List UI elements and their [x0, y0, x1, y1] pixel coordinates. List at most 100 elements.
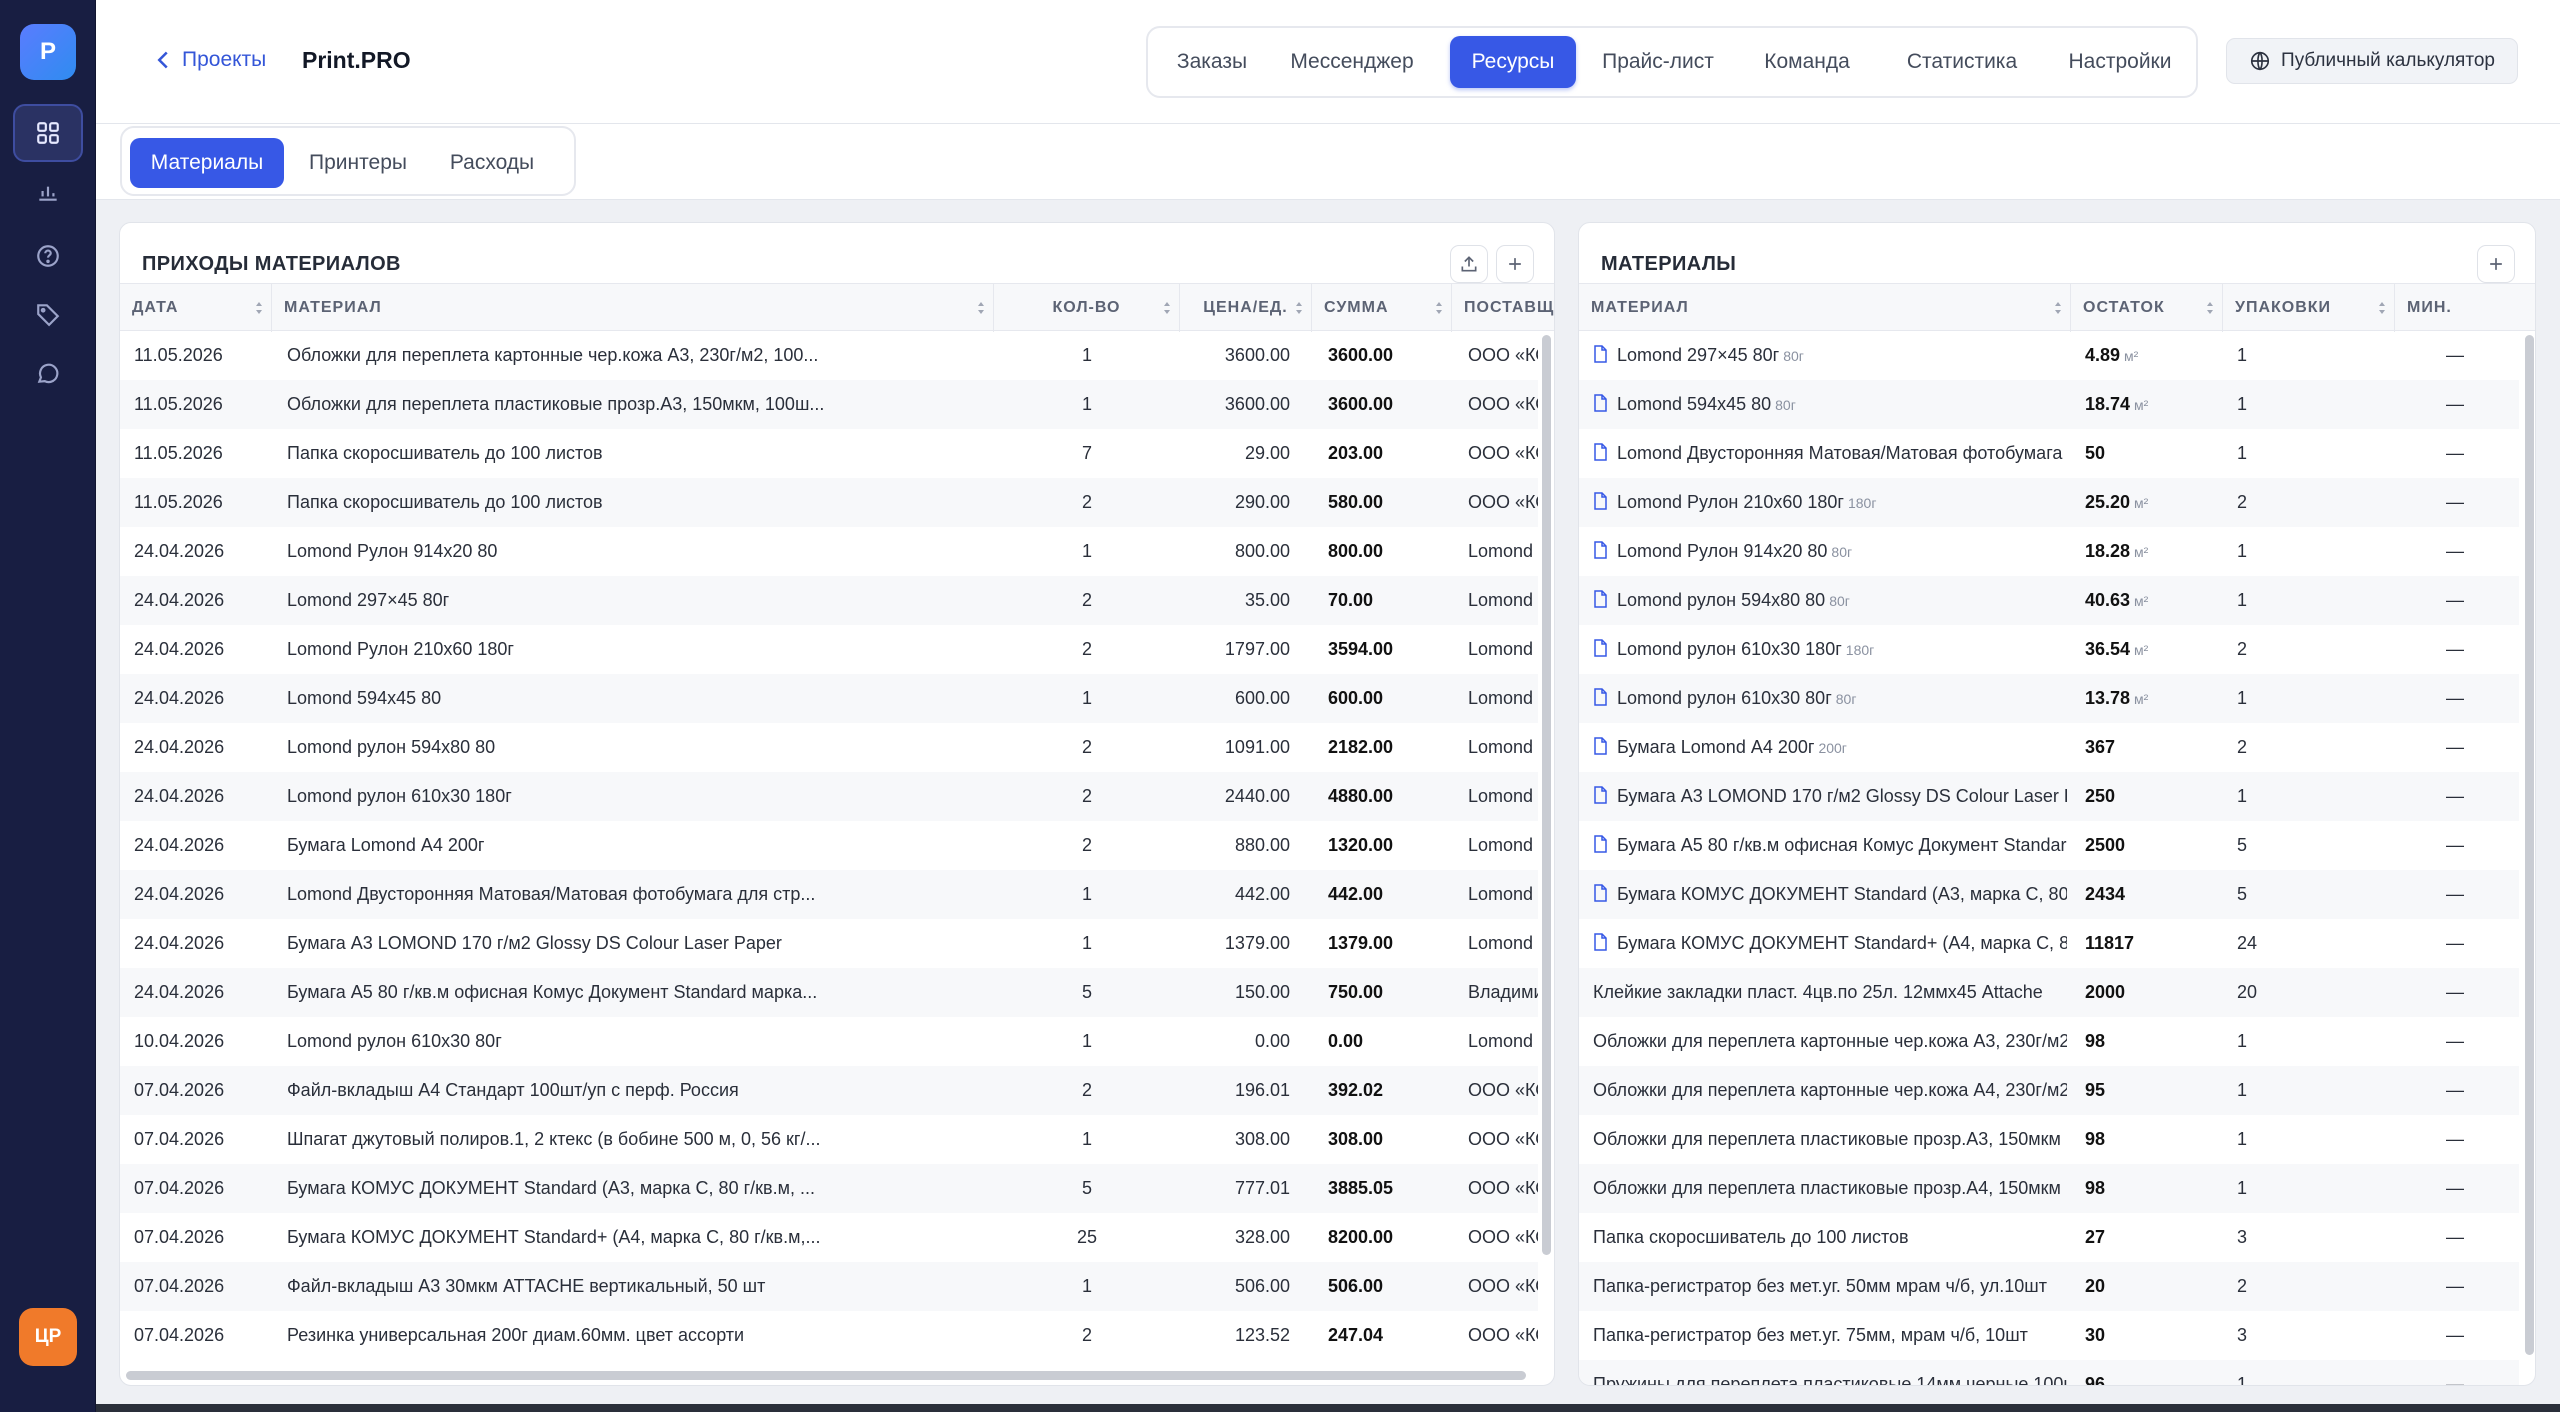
- stock-value: 30: [2085, 1325, 2106, 1345]
- stock-cell: 2500: [2085, 821, 2219, 870]
- tab-statistics[interactable]: Статистика: [1884, 36, 2040, 88]
- globe-icon: [2250, 51, 2270, 71]
- sidebar-help-button[interactable]: [13, 227, 83, 285]
- table-row[interactable]: 24.04.2026 Lomond Двусторонняя Матовая/Ма…: [120, 870, 1538, 919]
- tab-pricelist[interactable]: Прайс-лист: [1588, 36, 1728, 88]
- col-header-min[interactable]: МИН.: [2395, 284, 2515, 332]
- qty-cell: 2: [1081, 835, 1092, 855]
- col-header-material-name[interactable]: МАТЕРИАЛ: [1579, 284, 2071, 332]
- list-item[interactable]: Папка-регистратор без мет.уг. 75мм, мрам…: [1579, 1311, 2519, 1360]
- list-item[interactable]: Lomond Двусторонняя Матовая/Матовая фото…: [1579, 429, 2519, 478]
- tab-orders[interactable]: Заказы: [1160, 36, 1264, 88]
- col-header-sum[interactable]: СУММА: [1312, 284, 1452, 332]
- tab-settings[interactable]: Настройки: [2050, 36, 2190, 88]
- material-name: Lomond Рулон 914x20 80: [1617, 541, 1828, 561]
- list-item[interactable]: Обложки для переплета пластиковые прозр.…: [1579, 1164, 2519, 1213]
- subtab-expenses[interactable]: Расходы: [430, 138, 554, 188]
- add-material-button[interactable]: [2477, 245, 2515, 283]
- supplier-cell: Lomond: [1468, 1031, 1534, 1051]
- list-item[interactable]: Бумага А3 LOMOND 170 г/м2 Glossy DS Colo…: [1579, 772, 2519, 821]
- table-row[interactable]: 07.04.2026 Резинка универсальная 200г диа…: [120, 1311, 1538, 1360]
- table-row[interactable]: 24.04.2026 Бумага А3 LOMOND 170 г/м2 Glos…: [120, 919, 1538, 968]
- app-logo[interactable]: P: [20, 24, 76, 80]
- list-item[interactable]: Папка скоросшиватель до 100 листов 27 3 —: [1579, 1213, 2519, 1262]
- list-item[interactable]: Бумага А5 80 г/кв.м офисная Комус Докуме…: [1579, 821, 2519, 870]
- packs-cell: 1: [2237, 1031, 2248, 1051]
- table-row[interactable]: 24.04.2026 Бумага А5 80 г/кв.м офисная Ко…: [120, 968, 1538, 1017]
- tab-team[interactable]: Команда: [1742, 36, 1872, 88]
- table-row[interactable]: 24.04.2026 Бумага Lomond А4 200г 2 880.00 13…: [120, 821, 1538, 870]
- table-row[interactable]: 11.05.2026 Папка скоросшиватель до 100 ли…: [120, 429, 1538, 478]
- table-row[interactable]: 10.04.2026 Lomond рулон 610x30 80г 1 0.00 0.…: [120, 1017, 1538, 1066]
- list-item[interactable]: Бумага Lomond А4 200г 200г 367 2 —: [1579, 723, 2519, 772]
- list-item[interactable]: Lomond Рулон 210x60 180г 180г 25.20 м² 2 —: [1579, 478, 2519, 527]
- sidebar-tags-button[interactable]: [13, 285, 83, 343]
- table-row[interactable]: 24.04.2026 Lomond Рулон 210x60 180г 2 1797.…: [120, 625, 1538, 674]
- list-item[interactable]: Lomond 297×45 80г 80г 4.89 м² 1 —: [1579, 331, 2519, 380]
- price-cell: 3600.00: [1224, 345, 1290, 365]
- supplier-cell: Lomond: [1468, 541, 1534, 561]
- user-avatar[interactable]: ЦР: [19, 1308, 77, 1366]
- back-to-projects-link[interactable]: Проекты: [156, 48, 266, 72]
- table-row[interactable]: 07.04.2026 Файл-вкладыш А3 30мкм ATTACHE …: [120, 1262, 1538, 1311]
- col-header-supplier[interactable]: ПОСТАВЩИК: [1452, 284, 1554, 332]
- material-name-cell: Бумага КОМУС ДОКУМЕНТ Standard (А3, марк…: [1593, 870, 2067, 919]
- export-button[interactable]: [1450, 245, 1488, 283]
- list-item[interactable]: Обложки для переплета картонные чер.кожа…: [1579, 1066, 2519, 1115]
- add-receipt-button[interactable]: [1496, 245, 1534, 283]
- material-cell: Lomond рулон 610x30 80г: [287, 1031, 502, 1051]
- table-row[interactable]: 11.05.2026 Обложки для переплета картонны…: [120, 331, 1538, 380]
- document-icon: [1594, 443, 1607, 461]
- list-item[interactable]: Папка-регистратор без мет.уг. 50мм мрам …: [1579, 1262, 2519, 1311]
- list-item[interactable]: Lomond рулон 594x80 80 80г 40.63 м² 1 —: [1579, 576, 2519, 625]
- table-row[interactable]: 24.04.2026 Lomond рулон 610x30 180г 2 2440.…: [120, 772, 1538, 821]
- receipts-vertical-scrollbar[interactable]: [1542, 335, 1551, 1255]
- col-header-qty[interactable]: КОЛ-ВО: [994, 284, 1180, 332]
- tab-resources[interactable]: Ресурсы: [1450, 36, 1576, 88]
- tab-messenger[interactable]: Мессенджер: [1272, 36, 1432, 88]
- col-header-packs[interactable]: УПАКОВКИ: [2223, 284, 2395, 332]
- table-row[interactable]: 07.04.2026 Шпагат джутовый полиров.1, 2 к…: [120, 1115, 1538, 1164]
- sidebar-stats-button[interactable]: [13, 162, 83, 220]
- table-row[interactable]: 07.04.2026 Файл-вкладыш А4 Стандарт 100шт…: [120, 1066, 1538, 1115]
- supplier-cell: ООО «КОМУС»: [1468, 1325, 1538, 1345]
- table-row[interactable]: 24.04.2026 Lomond рулон 594x80 80 2 1091.00…: [120, 723, 1538, 772]
- material-name-cell: Lomond рулон 610x30 80г 80г: [1593, 674, 2067, 723]
- col-header-date[interactable]: ДАТА: [120, 284, 272, 332]
- subtab-printers[interactable]: Принтеры: [292, 138, 424, 188]
- sort-icon: [1436, 302, 1442, 314]
- list-item[interactable]: Lomond рулон 610x30 80г 80г 13.78 м² 1 —: [1579, 674, 2519, 723]
- list-item[interactable]: Клейкие закладки пласт. 4цв.по 25л. 12мм…: [1579, 968, 2519, 1017]
- materials-vertical-scrollbar[interactable]: [2525, 335, 2534, 1355]
- table-row[interactable]: 24.04.2026 Lomond Рулон 914x20 80 1 800.00 8…: [120, 527, 1538, 576]
- table-row[interactable]: 07.04.2026 Бумага КОМУС ДОКУМЕНТ Standard…: [120, 1164, 1538, 1213]
- material-name: Бумага Lomond А4 200г: [1617, 737, 1815, 757]
- sidebar-chat-button[interactable]: [13, 344, 83, 402]
- col-header-stock[interactable]: ОСТАТОК: [2071, 284, 2223, 332]
- min-cell: —: [2446, 1080, 2464, 1100]
- list-item[interactable]: Lomond 594x45 80 80г 18.74 м² 1 —: [1579, 380, 2519, 429]
- public-calculator-button[interactable]: Публичный калькулятор: [2226, 38, 2518, 84]
- list-item[interactable]: Обложки для переплета пластиковые прозр.…: [1579, 1115, 2519, 1164]
- subtab-materials[interactable]: Материалы: [130, 138, 284, 188]
- list-item[interactable]: Пружины для переплета пластиковые 14мм ч…: [1579, 1360, 2519, 1385]
- table-row[interactable]: 11.05.2026 Обложки для переплета пластико…: [120, 380, 1538, 429]
- list-item[interactable]: Lomond Рулон 914x20 80 80г 18.28 м² 1 —: [1579, 527, 2519, 576]
- table-row[interactable]: 07.04.2026 Бумага КОМУС ДОКУМЕНТ Standard…: [120, 1213, 1538, 1262]
- col-header-packs-label: УПАКОВКИ: [2235, 299, 2332, 316]
- list-item[interactable]: Обложки для переплета картонные чер.кожа…: [1579, 1017, 2519, 1066]
- table-row[interactable]: 24.04.2026 Lomond 297×45 80г 2 35.00 70.00 Lo…: [120, 576, 1538, 625]
- sidebar-grid-button[interactable]: [13, 104, 83, 162]
- table-row[interactable]: 11.05.2026 Папка скоросшиватель до 100 ли…: [120, 478, 1538, 527]
- list-item[interactable]: Бумага КОМУС ДОКУМЕНТ Standard+ (А4, мар…: [1579, 919, 2519, 968]
- table-row[interactable]: 24.04.2026 Lomond 594x45 80 1 600.00 600.00 L…: [120, 674, 1538, 723]
- receipts-horizontal-scrollbar[interactable]: [126, 1371, 1526, 1380]
- price-cell: 3600.00: [1224, 394, 1290, 414]
- min-cell: —: [2446, 590, 2464, 610]
- col-header-price[interactable]: ЦЕНА/ЕД.: [1180, 284, 1312, 332]
- col-header-material[interactable]: МАТЕРИАЛ: [272, 284, 994, 332]
- material-cell: Файл-вкладыш А3 30мкм ATTACHE вертикальн…: [287, 1276, 766, 1296]
- list-item[interactable]: Бумага КОМУС ДОКУМЕНТ Standard (А3, марк…: [1579, 870, 2519, 919]
- material-name: Папка скоросшиватель до 100 листов: [1593, 1227, 1909, 1247]
- list-item[interactable]: Lomond рулон 610x30 180г 180г 36.54 м² 2 —: [1579, 625, 2519, 674]
